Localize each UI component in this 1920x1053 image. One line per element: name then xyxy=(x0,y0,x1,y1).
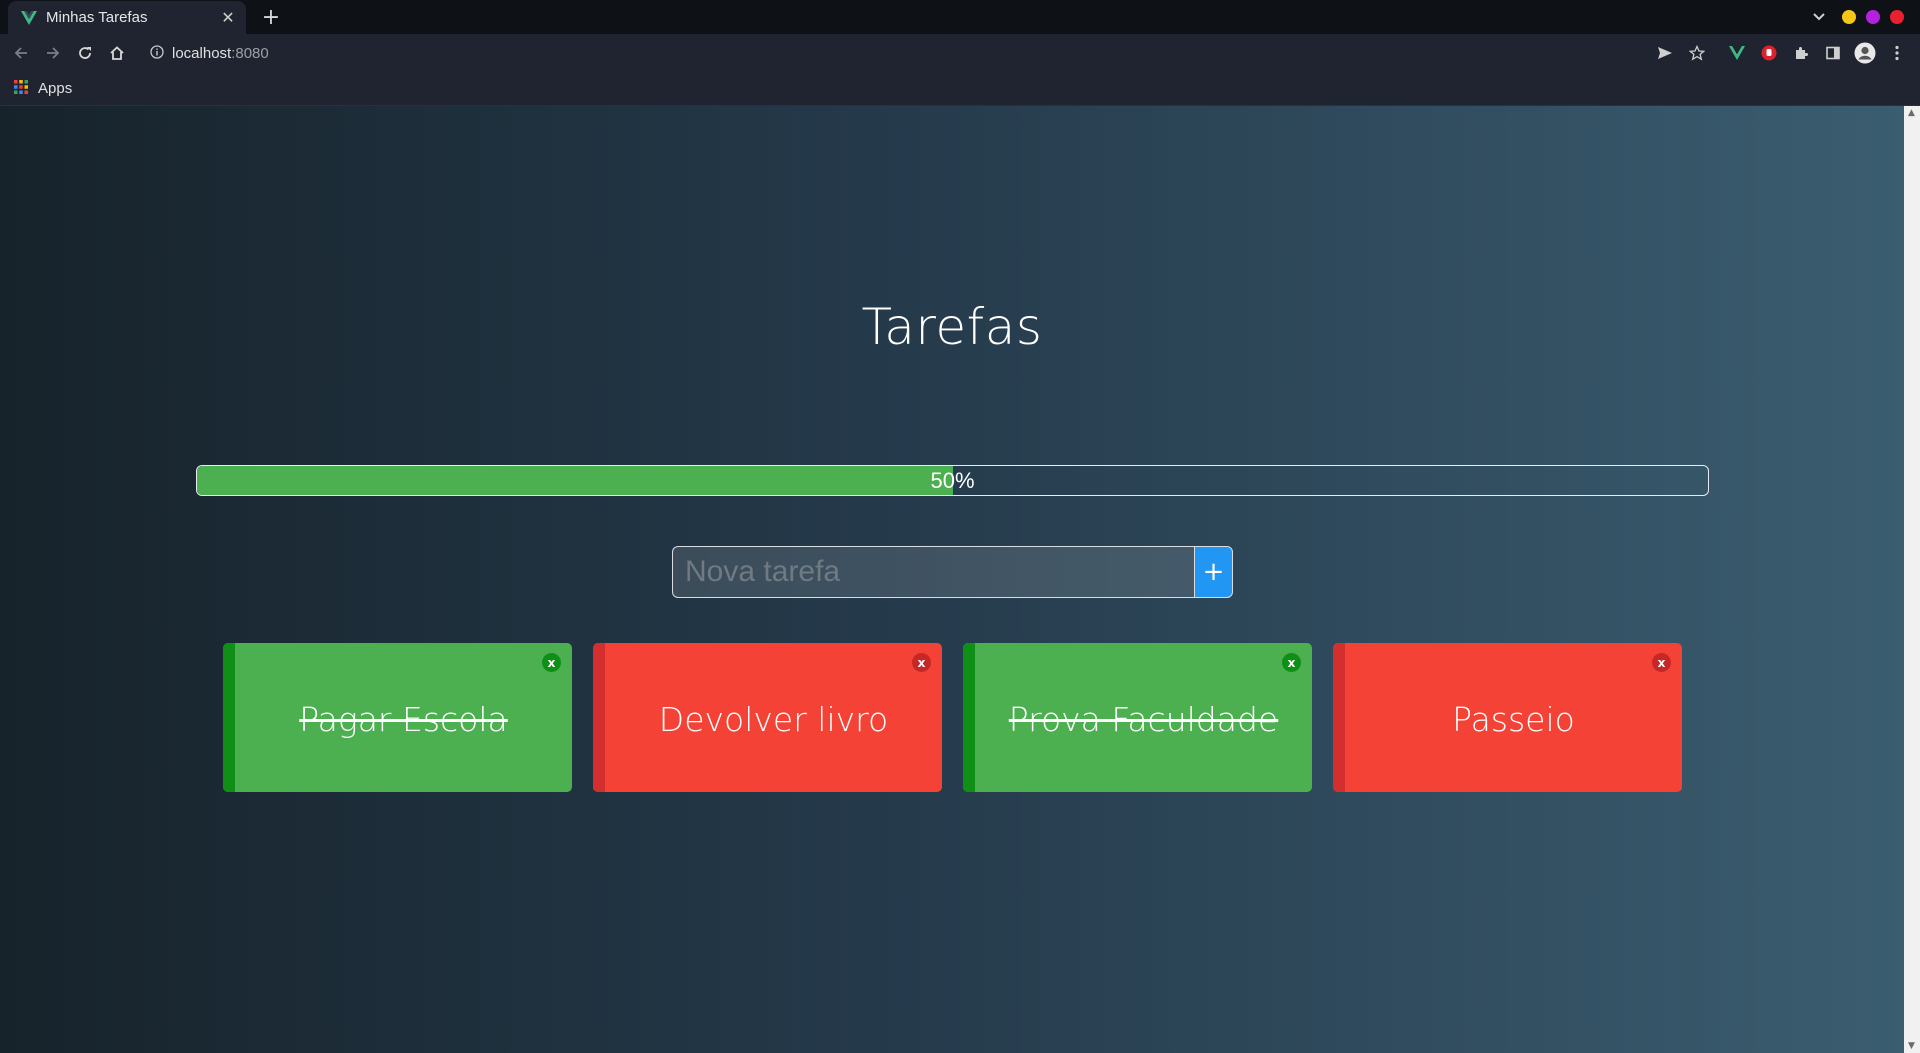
info-icon[interactable] xyxy=(150,44,164,63)
task-label: Devolver livro xyxy=(658,700,889,739)
new-task-input[interactable] xyxy=(672,546,1194,598)
address-bar[interactable]: localhost:8080 xyxy=(150,41,269,65)
progress-bar: 50% xyxy=(196,465,1709,496)
tab-bar: Minhas Tarefas ✕ + xyxy=(0,0,1920,34)
home-button[interactable] xyxy=(105,41,129,65)
maximize-button[interactable] xyxy=(1866,10,1880,24)
bookmark-star-icon[interactable] xyxy=(1685,41,1709,65)
task-card[interactable]: Prova Faculdade x xyxy=(963,643,1312,792)
bookmarks-bar: Apps xyxy=(0,72,1920,106)
task-status-bar xyxy=(223,643,235,792)
task-card[interactable]: Devolver livro x xyxy=(593,643,942,792)
profile-avatar-icon[interactable] xyxy=(1853,41,1877,65)
browser-tab[interactable]: Minhas Tarefas ✕ xyxy=(8,1,246,34)
tab-search-icon[interactable] xyxy=(1808,6,1830,28)
close-window-button[interactable] xyxy=(1890,10,1904,24)
side-panel-icon[interactable] xyxy=(1821,41,1845,65)
task-card[interactable]: Passeio x xyxy=(1333,643,1682,792)
extensions-puzzle-icon[interactable] xyxy=(1789,41,1813,65)
delete-task-button[interactable]: x xyxy=(1282,653,1301,672)
new-tab-button[interactable]: + xyxy=(258,4,284,30)
vue-logo-icon xyxy=(20,9,38,27)
task-status-bar xyxy=(593,643,605,792)
tab-title: Minhas Tarefas xyxy=(46,9,148,26)
scroll-up-arrow-icon[interactable]: ▲ xyxy=(1908,108,1915,118)
delete-task-button[interactable]: x xyxy=(912,653,931,672)
delete-task-button[interactable]: x xyxy=(542,653,561,672)
url-host: localhost xyxy=(172,44,232,62)
apps-bookmark[interactable]: Apps xyxy=(14,79,72,98)
apps-bookmark-label: Apps xyxy=(38,80,73,97)
scroll-down-arrow-icon[interactable]: ▼ xyxy=(1908,1041,1915,1051)
url-port: :8080 xyxy=(231,44,269,62)
back-button[interactable] xyxy=(9,41,33,65)
add-task-button[interactable]: + xyxy=(1194,546,1233,598)
task-card[interactable]: Pagar Escola x xyxy=(223,643,572,792)
apps-grid-icon xyxy=(14,79,28,98)
task-label: Passeio xyxy=(1452,700,1575,739)
url-text: localhost:8080 xyxy=(172,45,269,62)
close-tab-icon[interactable]: ✕ xyxy=(218,7,238,27)
task-label: Pagar Escola xyxy=(299,700,508,739)
more-menu-icon[interactable] xyxy=(1885,41,1909,65)
delete-task-button[interactable]: x xyxy=(1652,653,1671,672)
send-tab-icon[interactable] xyxy=(1653,41,1677,65)
browser-toolbar: localhost:8080 xyxy=(0,34,1920,72)
progress-label: 50% xyxy=(930,467,975,493)
page-title: Tarefas xyxy=(861,298,1043,356)
task-label: Prova Faculdade xyxy=(1008,700,1279,739)
forward-button[interactable] xyxy=(41,41,65,65)
task-status-bar xyxy=(963,643,975,792)
reload-button[interactable] xyxy=(73,41,97,65)
minimize-button[interactable] xyxy=(1842,10,1856,24)
new-task-form: + xyxy=(672,546,1233,598)
vue-devtools-icon[interactable] xyxy=(1725,41,1749,65)
task-status-bar xyxy=(1333,643,1345,792)
page-scrollbar[interactable]: ▲ ▼ xyxy=(1904,106,1920,1053)
adblock-icon[interactable] xyxy=(1757,41,1781,65)
